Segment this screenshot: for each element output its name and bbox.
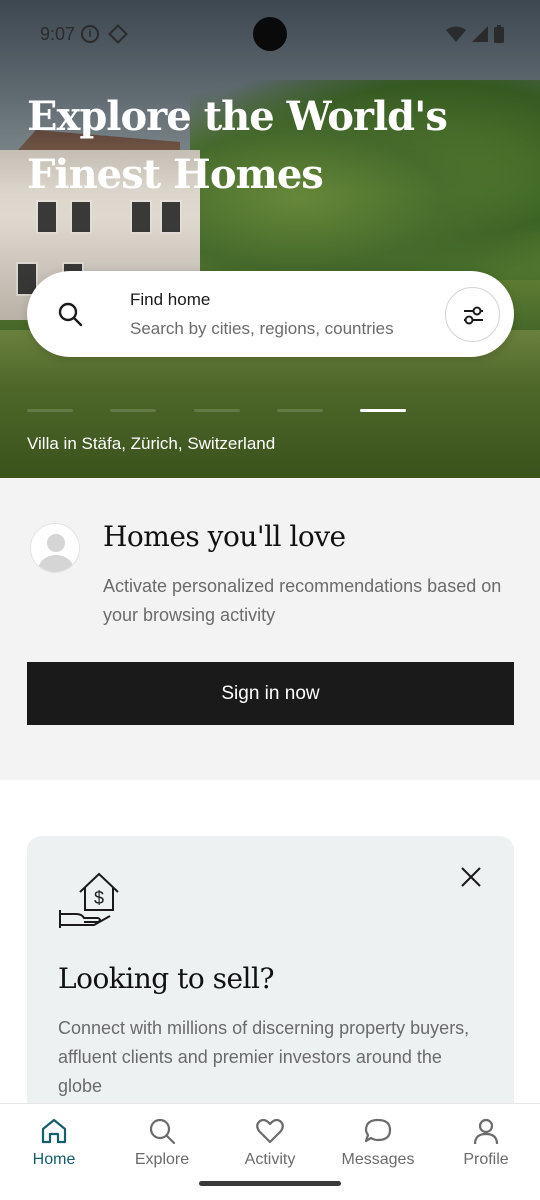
search-icon [58, 302, 83, 327]
nav-label-home: Home [32, 1151, 76, 1168]
person-icon [473, 1118, 499, 1145]
nav-label-messages: Messages [341, 1151, 415, 1168]
nav-item-home[interactable]: Home [0, 1116, 108, 1180]
carousel-dot-active[interactable] [360, 409, 406, 412]
hero-title: Explore the World's Finest Homes [27, 93, 448, 198]
filter-button[interactable] [445, 287, 500, 342]
nav-label-activity: Activity [244, 1151, 296, 1168]
battery-icon [494, 25, 504, 43]
house-dollar-hand-icon: $ [59, 872, 119, 928]
avatar-body [38, 555, 74, 572]
status-time: 9:07 [40, 24, 76, 44]
status-bar: 9:07 i [0, 0, 540, 68]
camera-cutout [253, 17, 287, 51]
sell-card-title: Looking to sell? [58, 962, 274, 995]
carousel-dot[interactable] [194, 409, 240, 412]
carousel-dot[interactable] [110, 409, 156, 412]
svg-text:$: $ [94, 888, 104, 908]
nav-item-explore[interactable]: Explore [108, 1116, 216, 1180]
nav-item-activity[interactable]: Activity [216, 1116, 324, 1180]
chat-bubble-icon [364, 1118, 392, 1143]
recommendations-title: Homes you'll love [103, 520, 346, 553]
carousel-indicator [27, 409, 417, 412]
heart-icon [256, 1118, 284, 1144]
avatar-head [47, 534, 65, 552]
nav-label-explore: Explore [134, 1151, 190, 1168]
nav-item-profile[interactable]: Profile [432, 1116, 540, 1180]
search-bar[interactable]: Find home Search by cities, regions, cou… [27, 271, 514, 357]
hero-overlay [0, 0, 540, 478]
close-icon[interactable] [458, 864, 484, 890]
wifi-icon [446, 26, 466, 42]
search-title: Find home [130, 290, 211, 309]
carousel-dot[interactable] [27, 409, 73, 412]
recommendations-description: Activate personalized recommendations ba… [103, 576, 502, 625]
hero-banner[interactable] [0, 0, 540, 478]
sign-in-button[interactable]: Sign in now [27, 662, 514, 725]
notification-diamond-icon [108, 24, 128, 44]
home-icon [41, 1118, 67, 1144]
nav-item-messages[interactable]: Messages [324, 1116, 432, 1180]
sell-card-description: Connect with millions of discerning prop… [58, 1018, 470, 1096]
system-icons [446, 25, 504, 43]
info-icon: i [81, 25, 99, 43]
nav-label-profile: Profile [463, 1151, 509, 1168]
avatar-placeholder [30, 523, 80, 573]
recommendations-section: Homes you'll love Activate personalized … [0, 478, 540, 780]
hero-caption: Villa in Stäfa, Zürich, Switzerland [27, 434, 276, 453]
home-indicator[interactable] [199, 1181, 341, 1186]
signal-icon [472, 26, 488, 42]
search-icon [149, 1118, 176, 1145]
search-placeholder[interactable]: Search by cities, regions, countries [130, 319, 394, 339]
sell-promo-card: $ Looking to sell? Connect with millions… [27, 836, 514, 1136]
filter-sliders-icon [464, 306, 483, 325]
carousel-dot[interactable] [277, 409, 323, 412]
